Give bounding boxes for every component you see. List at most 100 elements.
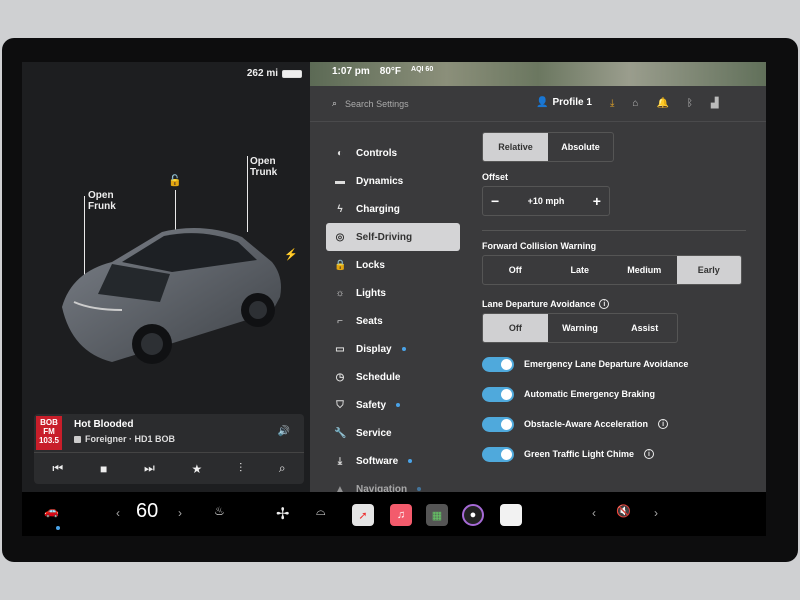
cabin-temperature[interactable]: 60 xyxy=(136,500,158,523)
music-app-icon[interactable]: ♫ xyxy=(390,504,412,526)
offset-stepper: − +10 mph + xyxy=(482,186,610,216)
update-dot xyxy=(408,459,413,463)
toggle-switch[interactable] xyxy=(482,416,514,432)
header-icons: ⤓ ⌂ 🔔 ᛒ ▟ xyxy=(610,98,719,109)
next-icon[interactable]: ⏭ xyxy=(144,461,155,476)
fcw-option-early[interactable]: Early xyxy=(676,256,741,284)
offset-label: Offset xyxy=(482,172,509,182)
defrost-icon[interactable]: ⌓ xyxy=(316,504,326,519)
nav-item-controls[interactable]: ◐ Controls xyxy=(326,139,460,167)
nav-item-label: Controls xyxy=(356,147,398,159)
artist-line: Foreigner · HD1 BOB xyxy=(74,434,175,444)
update-dot xyxy=(417,487,422,491)
station-logo: BOB FM 103.5 xyxy=(36,416,62,450)
fcw-option-off[interactable]: Off xyxy=(483,256,548,284)
temp-down-icon[interactable]: ‹ xyxy=(116,506,120,520)
status-bar: 1:07 pm 80°F AQI 60 xyxy=(332,66,433,77)
bottom-dock: 🚗 ‹ 60 › ♨ ✢ ⌓ ➚ ♫ ▦ ● ‹ 🔇 › xyxy=(22,492,766,536)
fan-icon[interactable]: ✢ xyxy=(276,504,289,524)
car-image xyxy=(52,202,292,372)
stop-icon[interactable]: ■ xyxy=(100,462,107,476)
battery-range: 262 mi xyxy=(247,68,302,79)
bluetooth-icon[interactable]: ᛒ xyxy=(687,98,693,109)
fcw-label: Forward Collision Warning xyxy=(482,241,597,251)
nav-item-charging[interactable]: ϟ Charging xyxy=(326,195,460,223)
seat-icon: ⌐ xyxy=(337,315,343,327)
display-icon: ▭ xyxy=(335,343,345,355)
profile-name: Profile 1 xyxy=(552,97,592,108)
offset-value: +10 mph xyxy=(527,196,565,206)
garage-icon[interactable]: ⌂ xyxy=(632,98,638,109)
hd-radio-icon[interactable]: 🔊 xyxy=(278,426,290,437)
artist-text: Foreigner · HD1 BOB xyxy=(85,434,176,444)
lda-option-off[interactable]: Off xyxy=(483,314,548,342)
toggle-list: Emergency Lane Departure Avoidance Automa… xyxy=(482,349,746,469)
nav-item-locks[interactable]: 🔒 Locks xyxy=(326,251,460,279)
toggle-switch[interactable] xyxy=(482,446,514,462)
nav-item-lights[interactable]: ☼ Lights xyxy=(326,279,460,307)
seat-heater-icon[interactable]: ♨ xyxy=(214,504,225,518)
unlock-icon[interactable]: 🔓 xyxy=(168,174,182,187)
info-icon[interactable]: i xyxy=(658,419,669,429)
clock-icon: ◷ xyxy=(335,371,345,383)
decrease-button[interactable]: − xyxy=(491,193,499,209)
car-icon[interactable]: 🚗 xyxy=(44,504,59,518)
nav-item-label: Self-Driving xyxy=(356,231,413,243)
speed-mode-option-relative[interactable]: Relative xyxy=(483,133,548,161)
car-panel: 262 mi Open Frunk Open Trunk 🔓 ⚡ BOB FM … xyxy=(22,62,310,492)
toggle-row: Automatic Emergency Braking xyxy=(482,379,746,409)
nav-item-label: Display xyxy=(356,343,392,355)
nav-item-seats[interactable]: ⌐ Seats xyxy=(326,307,460,335)
volume-down-icon[interactable]: ‹ xyxy=(592,506,596,520)
nav-item-label: Lights xyxy=(356,287,386,299)
speed-mode-option-absolute[interactable]: Absolute xyxy=(548,133,613,161)
nav-item-label: Seats xyxy=(356,315,383,327)
media-controls: ⏮ ■ ⏭ ★ ⫶ ⌕ xyxy=(34,452,304,484)
nav-item-display[interactable]: ▭ Display xyxy=(326,335,460,363)
nav-item-label: Locks xyxy=(356,259,385,271)
open-trunk-button[interactable]: Open Trunk xyxy=(250,156,277,178)
equalizer-icon[interactable]: ⫶ xyxy=(239,461,242,476)
bell-icon[interactable]: 🔔 xyxy=(656,98,668,109)
nav-item-software[interactable]: ⤓ Software xyxy=(326,447,460,475)
toggle-icon: ◐ xyxy=(336,147,344,159)
maps-app-icon[interactable]: ➚ xyxy=(352,504,374,526)
search-settings[interactable]: ⌕ Search Settings xyxy=(332,98,409,109)
toggle-label: Emergency Lane Departure Avoidance xyxy=(524,359,689,369)
nav-item-schedule[interactable]: ◷ Schedule xyxy=(326,363,460,391)
profile-button[interactable]: 👤 Profile 1 xyxy=(536,97,592,108)
nav-item-safety[interactable]: ⛉ Safety xyxy=(326,391,460,419)
search-icon[interactable]: ⌕ xyxy=(279,461,286,476)
lda-option-warning[interactable]: Warning xyxy=(548,314,613,342)
increase-button[interactable]: + xyxy=(593,193,601,209)
download-icon: ⤓ xyxy=(337,455,343,467)
active-dot xyxy=(56,526,60,530)
song-title: Hot Blooded xyxy=(74,419,134,430)
app-launcher-icon[interactable]: ▦ xyxy=(426,504,448,526)
info-icon[interactable]: i xyxy=(644,449,655,459)
search-icon: ⌕ xyxy=(332,98,338,108)
toggle-label: Obstacle-Aware Acceleration xyxy=(524,419,649,429)
nav-item-self-driving[interactable]: ◎ Self-Driving xyxy=(326,223,460,251)
nav-item-service[interactable]: 🔧 Service xyxy=(326,419,460,447)
search-placeholder: Search Settings xyxy=(345,98,409,109)
toggle-switch[interactable] xyxy=(482,356,514,372)
camera-app-icon[interactable]: ● xyxy=(462,504,484,526)
info-icon[interactable]: i xyxy=(599,299,610,309)
download-icon[interactable]: ⤓ xyxy=(610,98,614,109)
lock-icon: 🔒 xyxy=(334,259,347,271)
favorite-icon[interactable]: ★ xyxy=(192,462,203,476)
volume-up-icon[interactable]: › xyxy=(654,506,658,520)
wrench-icon: 🔧 xyxy=(334,427,347,439)
self-driving-settings: Relative Absolute Offset − +10 mph + Forw… xyxy=(482,132,746,469)
temp-up-icon[interactable]: › xyxy=(178,506,182,520)
fcw-option-medium[interactable]: Medium xyxy=(612,256,677,284)
toggle-switch[interactable] xyxy=(482,386,514,402)
lda-option-assist[interactable]: Assist xyxy=(612,314,677,342)
notes-app-icon[interactable] xyxy=(500,504,522,526)
fcw-option-late[interactable]: Late xyxy=(548,256,613,284)
nav-item-dynamics[interactable]: ▬ Dynamics xyxy=(326,167,460,195)
previous-icon[interactable]: ⏮ xyxy=(52,461,63,476)
lda-selector: Off Warning Assist xyxy=(482,313,678,343)
mute-icon[interactable]: 🔇 xyxy=(616,504,631,518)
